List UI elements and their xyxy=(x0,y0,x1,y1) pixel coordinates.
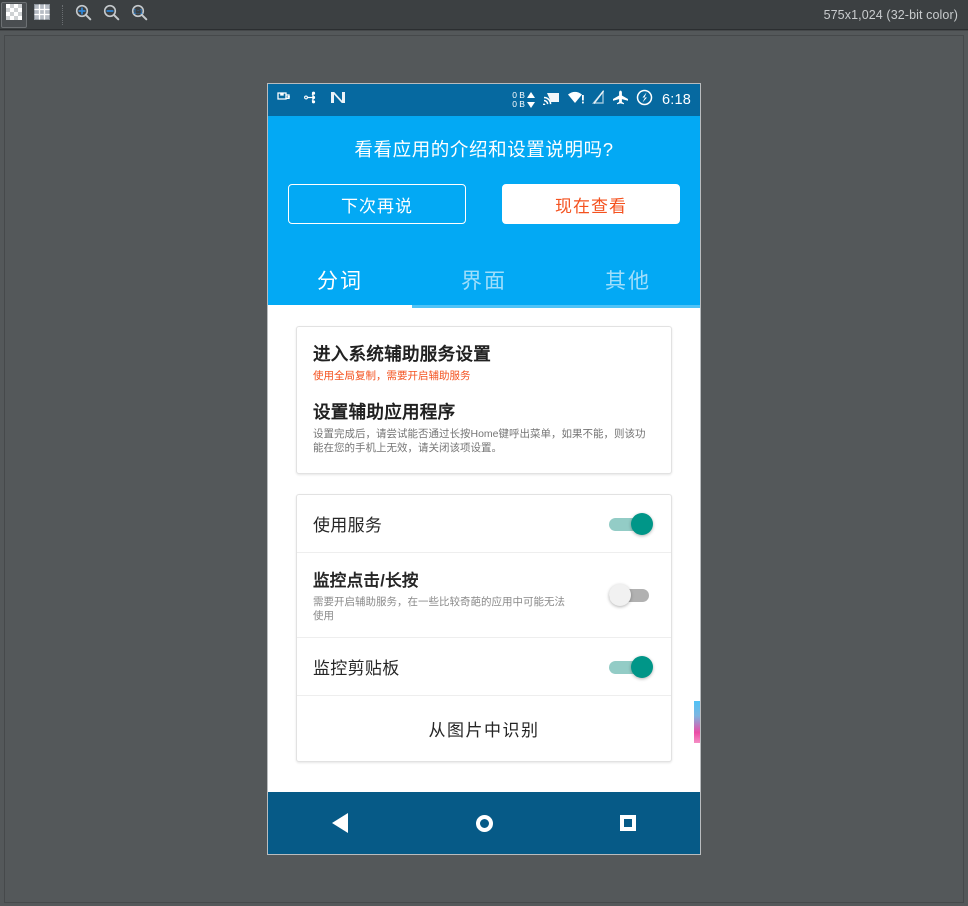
switch-thumb xyxy=(631,655,653,678)
checkerboard-icon xyxy=(6,4,22,25)
zoom-actual-size-button[interactable]: 1:1 xyxy=(126,2,152,28)
accessibility-service-subtitle: 使用全局复制，需要开启辅助服务 xyxy=(313,370,471,382)
promo-header: 看看应用的介绍和设置说明吗? 下次再说 现在查看 分词 界面 其他 xyxy=(268,116,700,308)
wifi-alert-icon xyxy=(567,90,585,110)
airplane-mode-icon xyxy=(612,90,629,110)
zoom-out-button[interactable] xyxy=(98,2,124,28)
assist-app-title: 设置辅助应用程序 xyxy=(313,402,456,422)
phone-screenshot: 0 B 0 B 6:18 看看应用的介绍和设置说明吗? 下次再说 现在查看 分词… xyxy=(267,83,701,855)
recognize-from-image-button[interactable]: 从图片中识别 xyxy=(297,696,671,761)
tab-bar: 分词 界面 其他 xyxy=(268,252,700,308)
zoom-1to1-icon: 1:1 xyxy=(131,4,148,26)
zoom-in-icon xyxy=(75,4,92,26)
row-monitor-tap-longpress[interactable]: 监控点击/长按 需要开启辅助服务，在一些比较奇葩的应用中可能无法使用 xyxy=(297,553,671,638)
accessibility-service-entry[interactable]: 进入系统辅助服务设置 使用全局复制，需要开启辅助服务 xyxy=(313,341,655,383)
promo-view-now-button[interactable]: 现在查看 xyxy=(502,184,680,224)
switch-thumb xyxy=(609,584,631,606)
data-usage-values: 0 B 0 B xyxy=(512,90,525,110)
signal-off-icon xyxy=(591,89,605,110)
status-right-icons: 0 B 0 B 6:18 xyxy=(512,89,691,111)
promo-message: 看看应用的介绍和设置说明吗? xyxy=(354,139,614,160)
sync-icon xyxy=(636,89,653,111)
back-icon xyxy=(332,813,348,833)
image-size-label: 575x1,024 (32-bit color) xyxy=(823,7,958,22)
sd-card-icon xyxy=(277,91,292,110)
home-icon xyxy=(475,814,493,832)
promo-later-button[interactable]: 下次再说 xyxy=(288,184,466,224)
nav-home-button[interactable] xyxy=(412,814,556,832)
switch-monitor-clipboard[interactable] xyxy=(609,655,653,678)
accessibility-setup-card: 进入系统辅助服务设置 使用全局复制，需要开启辅助服务 设置辅助应用程序 设置完成… xyxy=(296,326,672,474)
accessibility-service-title: 进入系统辅助服务设置 xyxy=(313,344,491,364)
switch-monitor-tap[interactable] xyxy=(609,584,653,606)
promo-button-row: 下次再说 现在查看 xyxy=(268,184,700,252)
view-mode-group: 1:1 xyxy=(0,0,153,29)
grid-icon xyxy=(34,4,50,25)
transparency-checker-toggle[interactable] xyxy=(1,1,27,28)
image-canvas[interactable]: 0 B 0 B 6:18 看看应用的介绍和设置说明吗? 下次再说 现在查看 分词… xyxy=(0,30,968,906)
nav-recents-button[interactable] xyxy=(556,815,700,831)
android-status-bar: 0 B 0 B 6:18 xyxy=(268,84,700,116)
toolbar-separator xyxy=(62,4,63,25)
status-clock: 6:18 xyxy=(661,92,691,108)
data-arrows-icon xyxy=(526,91,536,109)
usb-debug-icon xyxy=(304,90,317,110)
row-monitor-clipboard[interactable]: 监控剪贴板 xyxy=(297,638,671,696)
zoom-in-button[interactable] xyxy=(70,2,96,28)
zoom-out-icon xyxy=(103,4,120,26)
row-use-service[interactable]: 使用服务 xyxy=(297,495,671,553)
row-use-service-title: 使用服务 xyxy=(313,516,383,535)
tab-interface[interactable]: 界面 xyxy=(412,252,556,308)
image-viewer-window: 1:1 575x1,024 (32-bit color) 0 B 0 B 6:1… xyxy=(0,0,968,906)
pixel-grid-toggle[interactable] xyxy=(29,2,55,28)
row-monitor-tap-title: 监控点击/长按 xyxy=(313,572,419,590)
cast-icon xyxy=(542,90,560,110)
status-left-icons xyxy=(277,90,347,110)
row-monitor-clipboard-title: 监控剪贴板 xyxy=(313,659,400,678)
recents-icon xyxy=(620,815,636,831)
data-down-value: 0 B xyxy=(512,99,525,109)
android-nav-bar xyxy=(268,792,700,854)
service-options-card: 使用服务 监控点击/长按 需要开启辅助服务，在一些比较奇葩的应用中可能无法使用 xyxy=(296,494,672,762)
vertical-scrollbar[interactable] xyxy=(694,701,700,743)
tab-other[interactable]: 其他 xyxy=(556,252,700,308)
viewer-toolbar: 1:1 575x1,024 (32-bit color) xyxy=(0,0,968,30)
settings-body[interactable]: 进入系统辅助服务设置 使用全局复制，需要开启辅助服务 设置辅助应用程序 设置完成… xyxy=(268,308,700,779)
assist-app-entry[interactable]: 设置辅助应用程序 设置完成后，请尝试能否通过长按Home键呼出菜单，如果不能，则… xyxy=(313,399,655,455)
assist-app-subtitle: 设置完成后，请尝试能否通过长按Home键呼出菜单，如果不能，则该功能在您的手机上… xyxy=(313,428,646,454)
switch-use-service[interactable] xyxy=(609,512,653,535)
tab-segmentation[interactable]: 分词 xyxy=(268,252,412,308)
app-logo-icon xyxy=(329,90,347,110)
switch-thumb xyxy=(631,512,653,535)
data-usage-indicator: 0 B 0 B xyxy=(512,90,536,110)
row-monitor-tap-subtitle: 需要开启辅助服务，在一些比较奇葩的应用中可能无法使用 xyxy=(313,596,565,622)
svg-text:1:1: 1:1 xyxy=(132,7,142,16)
nav-back-button[interactable] xyxy=(268,813,412,833)
